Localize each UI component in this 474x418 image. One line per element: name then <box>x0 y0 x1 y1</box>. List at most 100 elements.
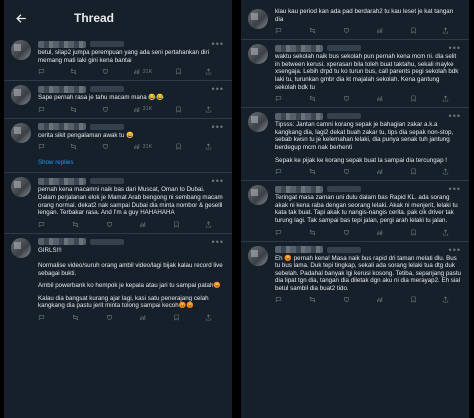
like-button[interactable] <box>102 68 111 75</box>
like-button[interactable] <box>343 95 352 102</box>
repost-button[interactable] <box>72 314 81 321</box>
repost-button[interactable] <box>309 95 318 102</box>
share-icon <box>205 143 212 150</box>
repost-button[interactable] <box>70 143 79 150</box>
reply-button[interactable] <box>275 95 284 102</box>
reply-button[interactable] <box>275 168 284 175</box>
views-button[interactable] <box>376 95 385 102</box>
share-button[interactable] <box>205 68 212 75</box>
views-button[interactable] <box>376 168 385 175</box>
share-button[interactable] <box>205 106 212 113</box>
bookmark-button[interactable] <box>175 143 182 151</box>
reply-button[interactable] <box>38 106 47 113</box>
share-button[interactable] <box>442 168 449 175</box>
thread-post[interactable]: ••• waktu sekolah naik bus sekolah pun p… <box>241 40 469 109</box>
like-button[interactable] <box>343 229 352 236</box>
reply-button[interactable] <box>38 143 47 150</box>
more-options-icon[interactable]: ••• <box>212 85 224 94</box>
reply-button[interactable] <box>275 229 284 236</box>
bookmark-button[interactable] <box>410 95 417 102</box>
bookmark-button[interactable] <box>410 296 417 304</box>
reply-button[interactable] <box>275 27 284 34</box>
more-options-icon[interactable]: ••• <box>449 245 461 254</box>
views-button[interactable]: 31K <box>133 143 152 150</box>
avatar[interactable] <box>248 185 268 206</box>
reply-button[interactable] <box>38 68 47 75</box>
reply-button[interactable] <box>275 296 284 303</box>
avatar[interactable] <box>11 177 31 198</box>
views-button[interactable] <box>139 221 148 228</box>
bookmark-button[interactable] <box>175 106 182 113</box>
share-button[interactable] <box>205 143 212 150</box>
share-icon <box>442 296 449 303</box>
more-options-icon[interactable]: ••• <box>212 122 224 131</box>
thread-post[interactable]: ••• pernah kena macamni naik bas dari Mu… <box>4 173 232 234</box>
avatar[interactable] <box>248 112 268 133</box>
avatar[interactable] <box>11 85 31 106</box>
views-button[interactable] <box>139 314 148 321</box>
more-options-icon[interactable]: ••• <box>449 112 461 121</box>
share-button[interactable] <box>205 314 212 321</box>
views-button[interactable] <box>376 27 385 34</box>
like-button[interactable] <box>343 296 352 303</box>
thread-post[interactable]: klau kau period kan ada pad berdarah2 tu… <box>241 0 469 41</box>
like-button[interactable] <box>106 314 115 321</box>
back-arrow-icon[interactable] <box>14 11 28 25</box>
repost-button[interactable] <box>309 229 318 236</box>
views-button[interactable]: 31K <box>133 68 152 75</box>
like-button[interactable] <box>343 168 352 175</box>
like-button[interactable] <box>102 143 111 150</box>
views-button[interactable] <box>376 296 385 303</box>
thread-panel-left: Thread ••• betul, silap2 jumpa perempuan… <box>4 0 232 418</box>
share-icon <box>442 95 449 102</box>
repost-button[interactable] <box>70 106 79 113</box>
bookmark-button[interactable] <box>410 229 417 236</box>
share-button[interactable] <box>442 296 449 303</box>
repost-button[interactable] <box>72 221 81 228</box>
repost-button[interactable] <box>309 296 318 303</box>
avatar[interactable] <box>11 40 31 60</box>
like-button[interactable] <box>106 221 115 228</box>
views-button[interactable] <box>376 229 385 236</box>
avatar[interactable] <box>248 245 268 266</box>
thread-post[interactable]: ••• betul, silap2 jumpa perempuan yang a… <box>4 36 232 82</box>
more-options-icon[interactable]: ••• <box>449 44 461 53</box>
reply-button[interactable] <box>38 221 47 228</box>
blurred-handle <box>327 186 361 193</box>
repost-button[interactable] <box>309 27 318 34</box>
show-replies-link[interactable]: Show replies <box>4 155 232 174</box>
repost-icon <box>72 221 79 227</box>
bookmark-button[interactable] <box>410 27 417 34</box>
thread-post[interactable]: ••• GIRLS!!! Normalise video/suruh orang… <box>4 234 232 326</box>
repost-button[interactable] <box>309 168 318 175</box>
more-options-icon[interactable]: ••• <box>212 40 224 49</box>
more-options-icon[interactable]: ••• <box>212 237 224 246</box>
share-button[interactable] <box>442 27 449 34</box>
like-button[interactable] <box>343 27 352 34</box>
thread-post[interactable]: ••• Eh 😡 pernah kena! Masa naik bus rapi… <box>241 242 469 309</box>
thread-post[interactable]: ••• Teringat masa zaman uni dulu dalam b… <box>241 181 469 242</box>
bookmark-button[interactable] <box>173 314 180 321</box>
avatar[interactable] <box>248 44 268 65</box>
bookmark-button[interactable] <box>410 168 417 175</box>
repost-icon <box>72 314 79 321</box>
thread-post[interactable]: ••• Sape pernah rasa je tahu macam mana … <box>4 81 232 119</box>
share-button[interactable] <box>442 228 449 236</box>
views-button[interactable]: 31K <box>133 106 152 113</box>
avatar[interactable] <box>11 122 31 143</box>
share-button[interactable] <box>205 221 212 228</box>
thread-post[interactable]: ••• cerita sikit pengalaman awak tu 😄 31… <box>4 119 232 156</box>
bookmark-button[interactable] <box>175 68 182 75</box>
share-button[interactable] <box>442 95 449 102</box>
like-button[interactable] <box>102 106 111 113</box>
more-options-icon[interactable]: ••• <box>449 185 461 194</box>
avatar[interactable] <box>11 237 31 258</box>
more-options-icon[interactable]: ••• <box>212 177 224 186</box>
reply-button[interactable] <box>38 314 47 321</box>
thread-post[interactable]: ••• Tipsss: Jantan camni korang sepak je… <box>241 108 469 182</box>
heart-icon <box>343 229 349 235</box>
bookmark-icon <box>174 221 179 228</box>
avatar[interactable] <box>248 9 268 29</box>
bookmark-button[interactable] <box>173 221 180 228</box>
repost-button[interactable] <box>70 68 79 75</box>
